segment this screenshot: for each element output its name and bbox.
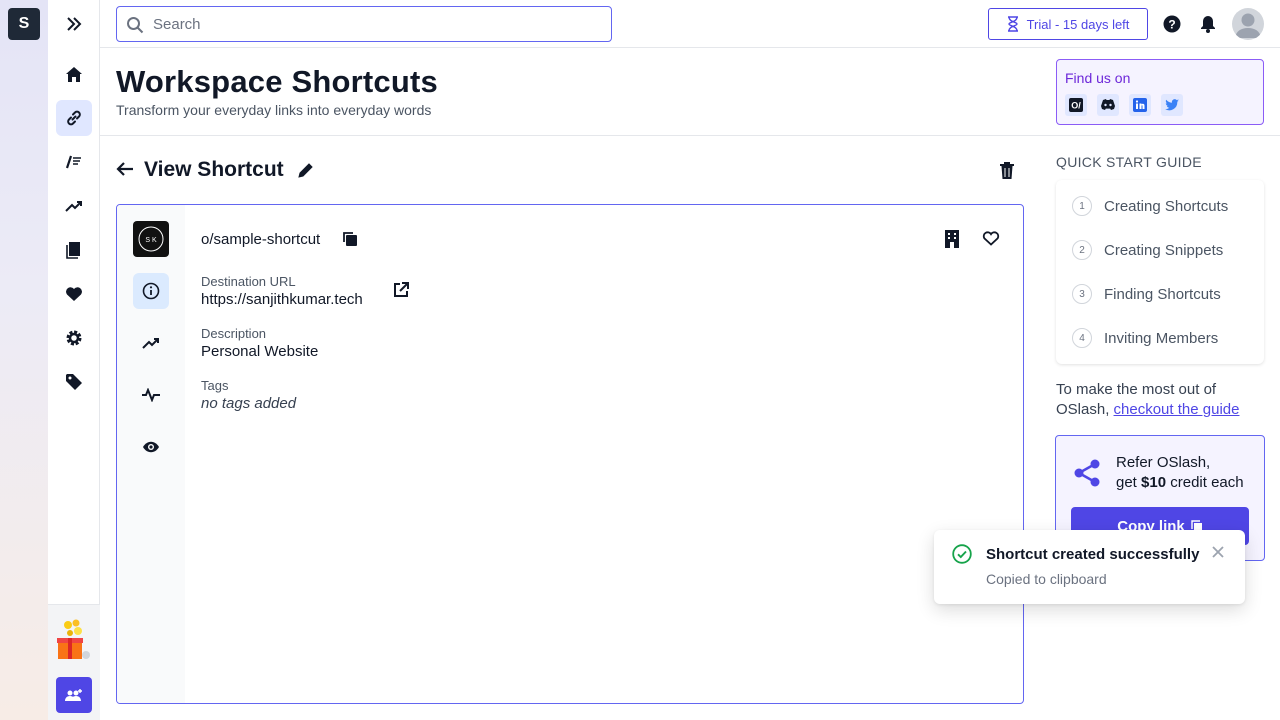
oslash-icon[interactable]: O/ xyxy=(1065,94,1087,116)
description-value: Personal Website xyxy=(201,343,319,360)
quick-start-item[interactable]: 3 Finding Shortcuts xyxy=(1072,284,1221,304)
top-header: Trial - 15 days left ? xyxy=(100,0,1280,48)
svg-text:O/: O/ xyxy=(1071,101,1081,111)
page-heading: Workspace Shortcuts Transform your every… xyxy=(100,48,1280,136)
shortcut-card: S K o/sample-shortcut Destination URL ht… xyxy=(116,204,1024,704)
twitter-icon[interactable] xyxy=(1161,94,1183,116)
add-members-icon xyxy=(65,689,82,701)
help-icon[interactable]: ? xyxy=(1162,14,1182,34)
quick-start-item-number: 1 xyxy=(1072,196,1092,216)
external-link-icon[interactable] xyxy=(393,282,409,303)
delete-trash-icon[interactable] xyxy=(1000,161,1014,184)
quick-start-item-label: Creating Shortcuts xyxy=(1104,197,1229,215)
toast-title: Shortcut created successfully xyxy=(986,546,1200,563)
check-circle-icon xyxy=(952,544,972,569)
share-icon xyxy=(1072,458,1102,493)
tags-icon[interactable] xyxy=(56,364,92,400)
referral-amount: $10 xyxy=(1141,474,1167,491)
referral-line-2: get $10 credit each xyxy=(1116,473,1244,493)
guide-note: To make the most out of OSlash, checkout… xyxy=(1056,380,1266,420)
page-title: Workspace Shortcuts xyxy=(116,64,438,99)
tags-value: no tags added xyxy=(201,395,297,412)
notifications-bell-icon[interactable] xyxy=(1198,14,1218,34)
workspace-building-icon[interactable] xyxy=(945,230,959,253)
copy-shortcut-icon[interactable] xyxy=(342,231,358,252)
quick-start-item-number: 2 xyxy=(1072,240,1092,260)
quick-start-item-number: 4 xyxy=(1072,328,1092,348)
snippets-icon[interactable] xyxy=(56,144,92,180)
shortcut-name: o/sample-shortcut xyxy=(201,231,321,248)
sidebar-bottom xyxy=(48,604,100,720)
analytics-icon[interactable] xyxy=(56,188,92,224)
search-box[interactable] xyxy=(116,6,612,42)
referral-text: Refer OSlash, get $10 credit each xyxy=(1116,453,1244,493)
quick-start-item-label: Creating Snippets xyxy=(1104,241,1224,259)
tab-analytics[interactable] xyxy=(133,325,169,361)
trend-icon xyxy=(142,338,159,349)
activity-pulse-icon xyxy=(142,388,160,402)
expand-sidebar-icon[interactable] xyxy=(62,12,86,36)
user-avatar[interactable] xyxy=(1232,8,1264,40)
referral-line-2-suffix: credit each xyxy=(1170,474,1244,491)
tab-activity[interactable] xyxy=(133,377,169,413)
trial-button[interactable]: Trial - 15 days left xyxy=(988,8,1148,40)
search-input[interactable] xyxy=(153,15,611,33)
eye-icon xyxy=(143,441,159,453)
collections-icon[interactable] xyxy=(56,232,92,268)
shortcut-tabs-rail: S K xyxy=(117,205,185,703)
home-icon[interactable] xyxy=(56,56,92,92)
quick-start-item-label: Finding Shortcuts xyxy=(1104,285,1221,303)
quick-start-list: 1 Creating Shortcuts 2 Creating Snippets… xyxy=(1056,180,1264,364)
referral-line-1: Refer OSlash, xyxy=(1116,454,1211,471)
invite-members-button[interactable] xyxy=(56,677,92,713)
checkout-guide-link[interactable]: checkout the guide xyxy=(1114,401,1240,418)
find-us-label: Find us on xyxy=(1065,70,1131,86)
find-us-panel: Find us on O/ xyxy=(1056,59,1264,125)
link-icon[interactable] xyxy=(56,100,92,136)
quick-start-item[interactable]: 4 Inviting Members xyxy=(1072,328,1218,348)
quick-start-item[interactable]: 1 Creating Shortcuts xyxy=(1072,196,1228,216)
description-label: Description xyxy=(201,326,267,341)
back-arrow-icon[interactable] xyxy=(116,161,134,182)
workspace-logo[interactable]: S xyxy=(8,8,40,40)
success-toast: Shortcut created successfully Copied to … xyxy=(934,530,1245,604)
tab-info[interactable] xyxy=(133,273,169,309)
workspace-logo-letter: S xyxy=(18,15,30,32)
page-subtitle: Transform your everyday links into every… xyxy=(116,102,432,118)
settings-icon[interactable] xyxy=(56,320,92,356)
hourglass-icon xyxy=(1007,16,1018,32)
discord-icon[interactable] xyxy=(1097,94,1119,116)
favorite-heart-icon[interactable] xyxy=(982,230,1000,251)
left-strip: S xyxy=(0,0,48,720)
destination-url-label: Destination URL xyxy=(201,274,296,289)
tab-visibility[interactable] xyxy=(133,429,169,465)
quick-start-title: QUICK START GUIDE xyxy=(1056,154,1202,170)
quick-start-item[interactable]: 2 Creating Snippets xyxy=(1072,240,1223,260)
sidebar xyxy=(48,0,100,720)
linkedin-icon[interactable] xyxy=(1129,94,1151,116)
svg-text:?: ? xyxy=(1168,18,1175,32)
shortcut-logo-text: S K xyxy=(145,237,157,244)
view-shortcut-title: View Shortcut xyxy=(144,158,284,181)
quick-start-item-label: Inviting Members xyxy=(1104,329,1219,347)
shortcut-logo: S K xyxy=(133,221,169,257)
quick-start-item-number: 3 xyxy=(1072,284,1092,304)
info-icon xyxy=(142,282,160,300)
trial-label: Trial - 15 days left xyxy=(1026,16,1130,32)
tags-label: Tags xyxy=(201,378,229,393)
edit-pencil-icon[interactable] xyxy=(298,162,314,183)
referral-line-2-prefix: get xyxy=(1116,474,1137,491)
close-icon[interactable] xyxy=(1210,544,1226,565)
toast-message: Copied to clipboard xyxy=(986,571,1107,587)
view-shortcut-header: View Shortcut xyxy=(116,156,1024,186)
referral-gift-icon[interactable] xyxy=(56,617,92,661)
search-icon xyxy=(127,17,144,34)
favorites-icon[interactable] xyxy=(56,276,92,312)
destination-url-value: https://sanjithkumar.tech xyxy=(201,291,363,308)
